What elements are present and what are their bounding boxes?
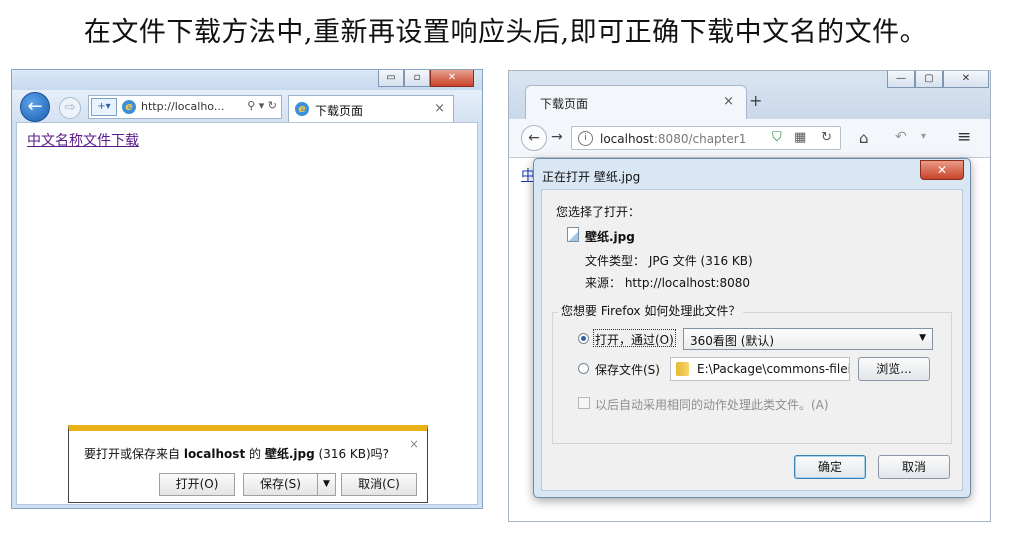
ok-button[interactable]: 确定 xyxy=(794,455,866,479)
ie-url[interactable]: http://localho... xyxy=(141,100,224,113)
home-icon[interactable]: ⌂ xyxy=(859,129,869,147)
ff-close-button[interactable]: ✕ xyxy=(943,71,989,88)
ie-tab-logo-icon: e xyxy=(295,102,309,116)
ff-navbar: ← → i localhost:8080/chapter1 ⛉ ▦ ↻ ⌂ ↶ … xyxy=(509,119,990,158)
save-file-label[interactable]: 保存文件(S) xyxy=(595,361,660,378)
ie-window: ▭ ▫ ✕ ← ⇨ +▾ e http://localho... ⚲ ▾ ↻ e… xyxy=(11,69,483,509)
new-tab-button[interactable]: + xyxy=(749,91,762,110)
dialog-body: 您选择了打开： 壁纸.jpg 文件类型： JPG 文件 (316 KB) 来源：… xyxy=(541,189,963,491)
ie-minimize-button[interactable]: ▭ xyxy=(378,70,404,87)
hamburger-menu-icon[interactable]: ≡ xyxy=(957,127,971,147)
ff-tab[interactable]: 下载页面 × xyxy=(525,85,747,119)
dialog-title: 正在打开 壁纸.jpg xyxy=(542,170,641,184)
file-icon xyxy=(567,227,579,242)
save-dropdown-arrow[interactable]: ▼ xyxy=(317,473,336,496)
open-with-radio[interactable] xyxy=(578,333,589,344)
ie-maximize-button[interactable]: ▫ xyxy=(404,70,430,87)
ie-tab[interactable]: e 下载页面 × xyxy=(288,95,454,122)
open-with-label[interactable]: 打开，通过(O) xyxy=(595,331,674,348)
browse-button[interactable]: 浏览... xyxy=(858,357,930,381)
ie-back-button[interactable]: ← xyxy=(20,92,50,122)
page-heading: 在文件下载方法中,重新再设置响应头后,即可正确下载中文名的文件。 xyxy=(83,17,928,48)
ie-tab-close-icon[interactable]: × xyxy=(434,101,445,116)
save-button[interactable]: 保存(S) xyxy=(243,473,317,496)
action-question: 您想要 Firefox 如何处理此文件？ xyxy=(558,302,744,319)
ff-forward-button[interactable]: → xyxy=(551,129,563,145)
open-button[interactable]: 打开(O) xyxy=(159,473,235,496)
dropdown-arrow-icon: ▼ xyxy=(919,333,926,343)
auto-action-checkbox[interactable] xyxy=(578,397,590,409)
dialog-cancel-button[interactable]: 取消 xyxy=(878,455,950,479)
ff-tab-close-icon[interactable]: × xyxy=(723,94,734,109)
dialog-close-button[interactable]: ✕ xyxy=(920,160,964,180)
ie-forward-button[interactable]: ⇨ xyxy=(59,97,81,119)
ie-navbar: ← ⇨ +▾ e http://localho... ⚲ ▾ ↻ e 下载页面 … xyxy=(12,90,482,122)
shield-icon[interactable]: +▾ xyxy=(91,98,117,116)
info-icon[interactable]: i xyxy=(578,131,593,146)
auto-action-label: 以后自动采用相同的动作处理此类文件。(A) xyxy=(595,398,829,412)
download-notification-bar: 要打开或保存来自 localhost 的 壁纸.jpg (316 KB)吗? ×… xyxy=(68,425,428,503)
ff-address-bar[interactable]: i localhost:8080/chapter1 ⛉ ▦ ↻ xyxy=(571,126,841,150)
search-refresh-icons[interactable]: ⚲ ▾ ↻ xyxy=(247,99,277,112)
notification-message: 要打开或保存来自 localhost 的 壁纸.jpg (316 KB)吗? xyxy=(84,447,390,461)
file-name: 壁纸.jpg xyxy=(585,230,635,244)
file-source: 来源： http://localhost:8080 xyxy=(585,276,751,290)
ie-close-button[interactable]: ✕ xyxy=(430,70,474,87)
ie-content: 中文名称文件下载 要打开或保存来自 localhost 的 壁纸.jpg (31… xyxy=(16,122,478,505)
open-file-dialog: 正在打开 壁纸.jpg ✕ 您选择了打开： 壁纸.jpg 文件类型： JPG 文… xyxy=(533,158,971,498)
you-chose-label: 您选择了打开： xyxy=(556,205,641,219)
folder-icon xyxy=(676,362,689,376)
ie-address-bar[interactable]: +▾ e http://localho... ⚲ ▾ ↻ xyxy=(88,95,282,119)
ff-minimize-button[interactable]: — xyxy=(887,71,915,88)
chevron-down-icon[interactable]: ▾ xyxy=(921,131,926,142)
ie-titlebar: ▭ ▫ ✕ xyxy=(12,70,482,92)
ff-tabstrip: — ▢ ✕ 下载页面 × + xyxy=(509,71,990,119)
shield-check-icon[interactable]: ⛉ xyxy=(772,130,782,145)
save-path-value: E:\Package\commons-filei xyxy=(697,362,850,376)
qr-code-icon[interactable]: ▦ xyxy=(794,130,806,145)
ff-tab-title: 下载页面 xyxy=(540,97,589,111)
file-type: 文件类型： JPG 文件 (316 KB) xyxy=(585,254,753,268)
undo-icon[interactable]: ↶ xyxy=(895,129,907,145)
ff-url[interactable]: localhost:8080/chapter1 xyxy=(600,132,746,146)
download-link[interactable]: 中文名称文件下载 xyxy=(27,130,139,150)
ff-maximize-button[interactable]: ▢ xyxy=(915,71,943,88)
reload-icon[interactable]: ↻ xyxy=(821,130,832,145)
ie-logo-icon: e xyxy=(122,100,136,114)
notification-close-icon[interactable]: × xyxy=(409,437,419,451)
ff-back-button[interactable]: ← xyxy=(521,125,547,151)
cancel-button[interactable]: 取消(C) xyxy=(341,473,417,496)
open-with-value: 360看图 (默认) xyxy=(690,334,775,348)
save-path-field[interactable]: E:\Package\commons-filei xyxy=(670,357,850,381)
ie-tab-title: 下载页面 xyxy=(315,104,364,118)
save-file-radio[interactable] xyxy=(578,363,589,374)
open-with-select[interactable]: 360看图 (默认) ▼ xyxy=(683,328,933,350)
